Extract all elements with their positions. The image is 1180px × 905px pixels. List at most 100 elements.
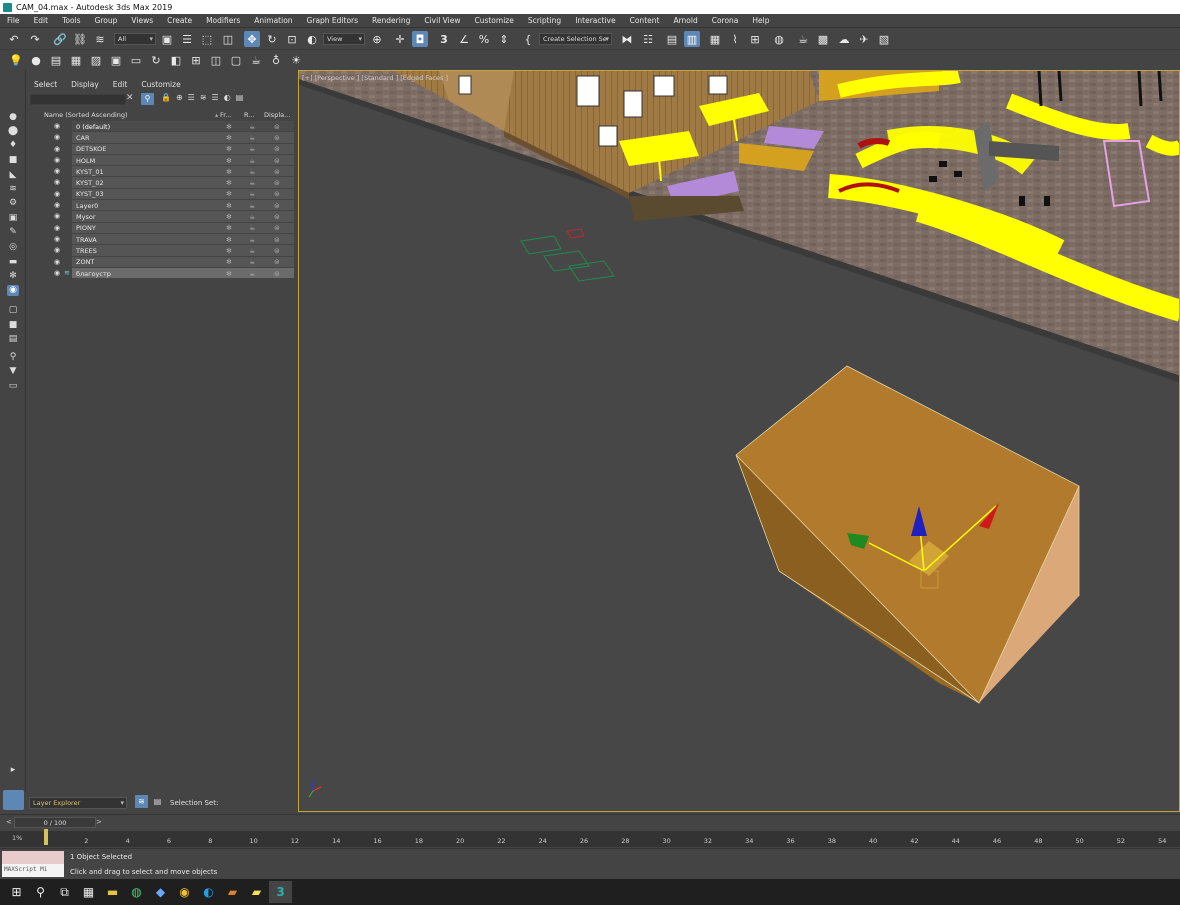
time-cursor[interactable] <box>44 829 48 845</box>
snaps-toggle-icon[interactable]: 3 <box>436 31 452 47</box>
mirror-icon[interactable]: ⧓ <box>619 31 635 47</box>
render-production-icon[interactable]: ☁ <box>836 31 852 47</box>
render-icon[interactable]: ☕ <box>249 168 255 176</box>
grid-icon[interactable]: ▦ <box>68 52 84 68</box>
percent-snap-icon[interactable]: % <box>476 31 492 47</box>
display-icon[interactable]: ⊜ <box>274 247 280 255</box>
schematic-view-icon[interactable]: ⊞ <box>747 31 763 47</box>
chrome-icon[interactable]: ◉ <box>173 881 196 903</box>
bone-icon[interactable]: ⚙ <box>7 198 19 209</box>
display-icon[interactable]: ⊜ <box>274 179 280 187</box>
menu-create[interactable]: Create <box>160 16 199 25</box>
scale-icon[interactable]: ⊡ <box>284 31 300 47</box>
menu-content[interactable]: Content <box>623 16 667 25</box>
menu-rendering[interactable]: Rendering <box>365 16 417 25</box>
display-icon[interactable]: ⊜ <box>274 270 280 278</box>
menu-modifiers[interactable]: Modifiers <box>199 16 247 25</box>
layer-row[interactable]: ◉ 0 (default) ✻ ☕ ⊜ <box>30 121 294 132</box>
cycle-icon[interactable]: ↻ <box>148 52 164 68</box>
lock-icon[interactable]: 🔒 <box>161 93 171 102</box>
menu-file[interactable]: File <box>0 16 27 25</box>
layer-hierarchy-icon[interactable]: ▤ <box>236 93 244 102</box>
align-icon[interactable]: ☷ <box>640 31 656 47</box>
eye-icon[interactable]: ◉ <box>54 269 60 277</box>
menu-customize[interactable]: Customize <box>467 16 520 25</box>
display-icon[interactable]: ⊜ <box>274 145 280 153</box>
freeze-icon[interactable]: ✻ <box>226 224 232 232</box>
eye-icon[interactable]: ◉ <box>54 224 60 232</box>
explorer-menu-edit[interactable]: Edit <box>113 80 128 89</box>
prev-frame-icon[interactable]: < <box>6 818 12 826</box>
render-icon[interactable]: ☕ <box>249 224 255 232</box>
render-icon[interactable]: ☕ <box>249 247 255 255</box>
layer-row[interactable]: ◉ ≋ благоустр ✻ ☕ ⊜ <box>30 267 294 279</box>
menu-edit[interactable]: Edit <box>27 16 56 25</box>
app-icon[interactable]: ◆ <box>149 881 172 903</box>
eye-icon[interactable]: ◉ <box>54 246 60 254</box>
menu-tools[interactable]: Tools <box>55 16 87 25</box>
light-bulb-icon[interactable]: 💡 <box>8 52 24 68</box>
layer-active-icon[interactable]: ☰ <box>212 93 219 102</box>
render-icon[interactable]: ☕ <box>249 179 255 187</box>
clear-filter-icon[interactable]: ▭ <box>7 381 19 392</box>
col-freeze[interactable]: Fr... <box>220 111 232 119</box>
layer-row[interactable]: ◉ PIONY ✻ ☕ ⊜ <box>30 222 294 234</box>
wrench-icon[interactable]: ✎ <box>7 227 19 238</box>
link-icon[interactable]: 🔗 <box>52 31 68 47</box>
display-icon[interactable]: ⊜ <box>274 258 280 266</box>
select-none-icon[interactable]: ▢ <box>7 305 19 316</box>
sheet-icon[interactable]: ▭ <box>128 52 144 68</box>
toggle-scene-explorer-icon[interactable]: ▤ <box>664 31 680 47</box>
rotate-icon[interactable]: ↻ <box>264 31 280 47</box>
perspective-viewport[interactable]: [+] [Perspective ] [Standard ] [Edged Fa… <box>298 70 1180 812</box>
curve-editor-icon[interactable]: ⌇ <box>727 31 743 47</box>
place-icon[interactable]: ◐ <box>304 31 320 47</box>
redo-icon[interactable]: ↷ <box>27 31 43 47</box>
display-icon[interactable]: ⊜ <box>274 134 280 142</box>
layer-row[interactable]: ◉ DETSKOE ✻ ☕ ⊜ <box>30 143 294 155</box>
timeline-track[interactable]: 1% 2 4 6 8 10 12 14 16 18 20 22 24 26 28 30 32 34 36 38 40 4… <box>0 829 1180 847</box>
freeze-icon[interactable]: ✻ <box>226 179 232 187</box>
display-icon[interactable]: ⊜ <box>274 123 280 131</box>
clear-search-icon[interactable]: ✕ <box>126 93 134 103</box>
angle-snap-icon[interactable]: ∠ <box>456 31 472 47</box>
eye-icon[interactable]: ◉ <box>54 122 60 130</box>
col-render[interactable]: R... <box>244 111 254 119</box>
layer-row[interactable]: ◉ HOLM ✻ ☕ ⊜ <box>30 154 294 166</box>
render-setup-icon[interactable]: ☕ <box>795 31 811 47</box>
eye-icon[interactable]: ◉ <box>54 258 60 266</box>
eye-icon[interactable]: ◉ <box>54 190 60 198</box>
toggle-layer-explorer-icon[interactable]: ▥ <box>684 31 700 47</box>
menu-arnold[interactable]: Arnold <box>666 16 704 25</box>
display-none-icon[interactable]: ● <box>7 112 19 123</box>
menu-scripting[interactable]: Scripting <box>521 16 568 25</box>
layer-row[interactable]: ◉ CAR ✻ ☕ ⊜ <box>30 132 294 143</box>
camera-icon[interactable]: ■ <box>7 155 19 166</box>
display-icon[interactable]: ⊜ <box>274 157 280 165</box>
new-layer-icon[interactable]: ⊕ <box>176 93 183 102</box>
calculator-icon[interactable]: ▦ <box>77 881 100 903</box>
split-icon[interactable]: ◫ <box>208 52 224 68</box>
3dsmax-taskbar-icon[interactable]: 3 <box>269 881 292 903</box>
layer-row[interactable]: ◉ TRAVA ✻ ☕ ⊜ <box>30 233 294 245</box>
viewport-label[interactable]: [+] [Perspective ] [Standard ] [Edged Fa… <box>302 74 448 82</box>
layers-icon[interactable]: ▤ <box>48 52 64 68</box>
helper-icon[interactable]: ◣ <box>7 170 19 181</box>
frame-icon[interactable]: ▣ <box>108 52 124 68</box>
undo-icon[interactable]: ↶ <box>6 31 22 47</box>
maxscript-output[interactable] <box>2 851 64 864</box>
render-icon[interactable]: ☕ <box>249 134 255 142</box>
layer-row[interactable]: ◉ Layer0 ✻ ☕ ⊜ <box>30 200 294 211</box>
render-icon[interactable]: ☕ <box>249 213 255 221</box>
whatsapp-icon[interactable]: ◍ <box>125 881 148 903</box>
eye-icon[interactable]: ◉ <box>54 178 60 186</box>
xref-icon[interactable]: ◎ <box>7 242 19 253</box>
menu-animation[interactable]: Animation <box>247 16 299 25</box>
expand-arrow-icon[interactable]: ▸ <box>7 765 19 776</box>
add-to-layer-icon[interactable]: ☰ <box>188 93 195 102</box>
freeze-icon[interactable]: ✻ <box>226 247 232 255</box>
material-editor-icon[interactable]: ◍ <box>771 31 787 47</box>
sun-icon[interactable]: ☀ <box>288 52 304 68</box>
eye-icon[interactable]: ◉ <box>7 285 19 296</box>
spacewarp-icon[interactable]: ≋ <box>7 184 19 195</box>
